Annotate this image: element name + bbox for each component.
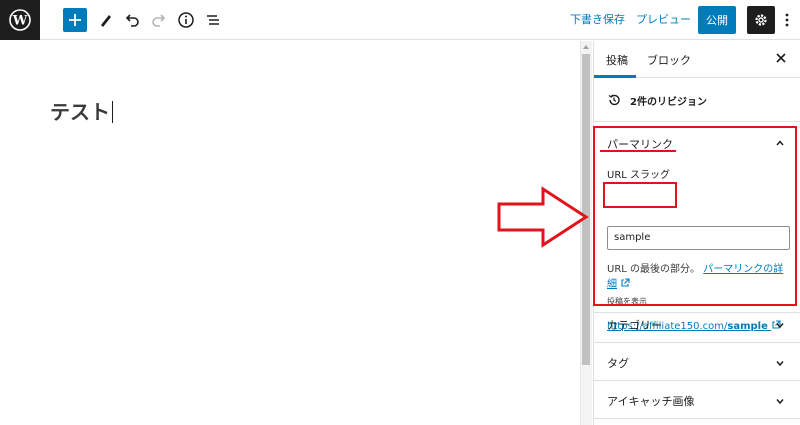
- save-draft-button[interactable]: 下書き保存: [570, 11, 625, 27]
- revisions-label: 2件のリビジョン: [630, 97, 707, 108]
- wordpress-logo-button[interactable]: W: [0, 0, 40, 40]
- tools-button[interactable]: [94, 8, 118, 32]
- more-options-button[interactable]: [780, 8, 794, 32]
- editor-canvas[interactable]: テスト: [0, 41, 580, 425]
- list-view-button[interactable]: [201, 8, 225, 32]
- post-title-field[interactable]: テスト: [50, 96, 113, 125]
- categories-panel[interactable]: カテゴリー: [594, 305, 800, 343]
- text-caret: [112, 101, 113, 123]
- list-view-icon: [207, 15, 219, 25]
- pencil-icon: [101, 15, 111, 27]
- tab-post[interactable]: 投稿: [606, 52, 628, 68]
- undo-icon: [125, 14, 139, 27]
- history-icon: [608, 94, 620, 106]
- redo-button[interactable]: [147, 8, 171, 32]
- tags-panel-label: タグ: [607, 357, 629, 370]
- featured-image-panel-label: アイキャッチ画像: [607, 395, 695, 408]
- gear-icon: [755, 14, 767, 26]
- close-icon[interactable]: [774, 51, 788, 65]
- tab-block[interactable]: ブロック: [647, 52, 691, 68]
- undo-button[interactable]: [120, 8, 144, 32]
- revisions-link[interactable]: 2件のリビジョン: [594, 78, 800, 122]
- post-title-text: テスト: [50, 100, 110, 124]
- add-block-button[interactable]: [63, 8, 87, 32]
- preview-button[interactable]: プレビュー: [636, 11, 691, 27]
- wordpress-icon: W: [9, 8, 31, 31]
- settings-button[interactable]: [747, 6, 775, 34]
- publish-button[interactable]: 公開: [698, 6, 736, 34]
- tags-panel[interactable]: タグ: [594, 343, 800, 381]
- chevron-down-icon: [776, 323, 784, 329]
- plus-icon: [69, 14, 81, 26]
- redo-icon: [152, 14, 166, 27]
- featured-image-panel[interactable]: アイキャッチ画像: [594, 381, 800, 419]
- sidebar-tabs: 投稿 ブロック: [594, 41, 800, 78]
- info-icon: [178, 12, 194, 28]
- permalink-highlight-box: [593, 126, 797, 306]
- block-editor: W 下書き保存 プレビュー 公開 テスト 投稿 ブロック 2件のリビジョン パー…: [0, 0, 800, 425]
- scroll-up-arrow-icon[interactable]: [582, 44, 590, 50]
- annotation-arrow-icon: [497, 186, 589, 248]
- chevron-down-icon: [776, 361, 784, 367]
- svg-text:W: W: [12, 13, 28, 28]
- editor-toolbar: W 下書き保存 プレビュー 公開: [0, 0, 800, 40]
- categories-panel-label: カテゴリー: [607, 319, 662, 332]
- slug-highlight-box: [603, 182, 677, 208]
- vertical-ellipsis-icon: [785, 13, 789, 27]
- chevron-down-icon: [776, 399, 784, 405]
- details-button[interactable]: [174, 8, 198, 32]
- permalink-title-underline: [600, 150, 676, 152]
